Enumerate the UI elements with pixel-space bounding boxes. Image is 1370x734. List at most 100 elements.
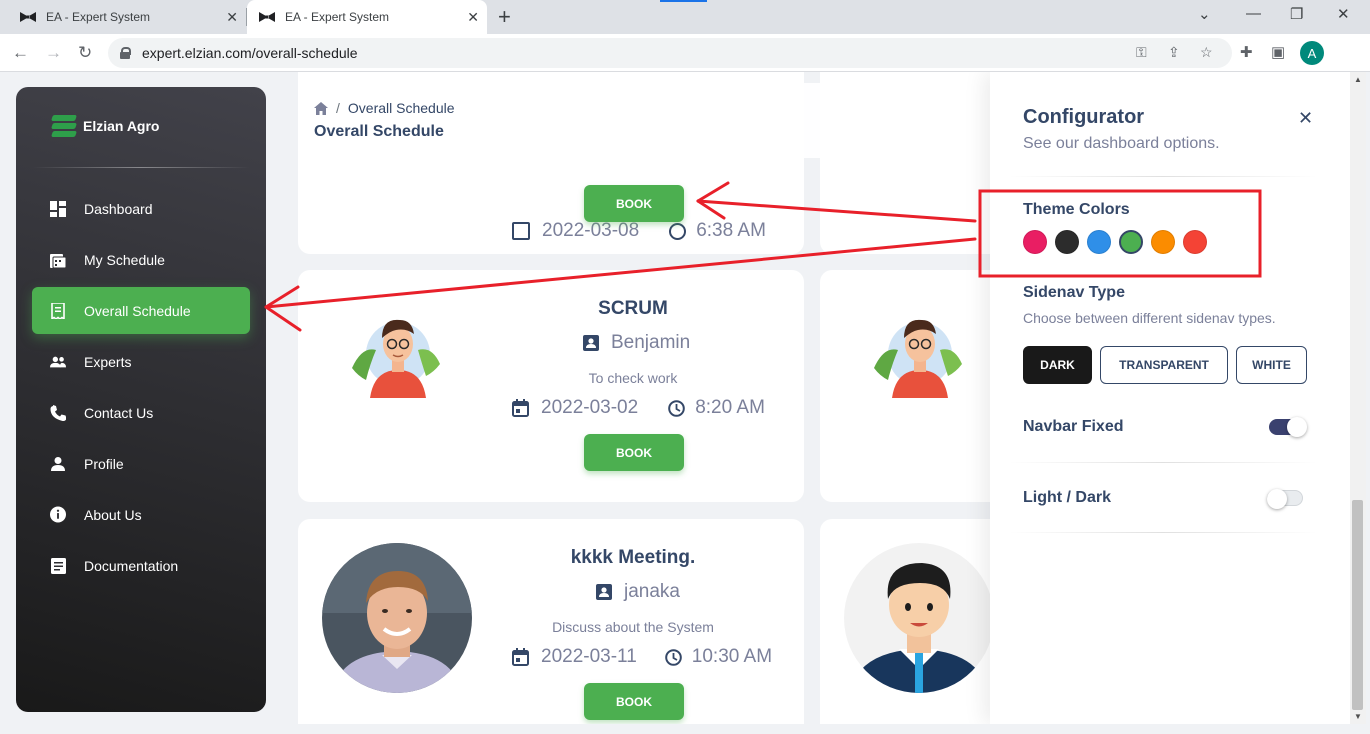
dashboard-icon — [50, 200, 66, 217]
minimize-icon[interactable]: — — [1246, 5, 1261, 22]
profile-avatar[interactable]: A — [1300, 41, 1324, 65]
theme-color-dark[interactable] — [1055, 230, 1079, 254]
sidenav: Elzian Agro Dashboard My Schedule Overal… — [16, 87, 266, 712]
close-tab-icon[interactable]: ✕ — [467, 9, 479, 26]
navbar-fixed-label: Navbar Fixed — [1023, 418, 1124, 435]
card-date: 2022-03-11 — [541, 646, 637, 667]
calendar-icon — [512, 399, 529, 417]
sidenav-dark-button[interactable]: DARK — [1023, 346, 1092, 384]
card-date: 2022-03-02 — [541, 397, 639, 418]
star-icon[interactable]: ☆ — [1200, 44, 1213, 61]
theme-color-pink[interactable] — [1023, 230, 1047, 254]
receipt-icon — [50, 302, 66, 319]
sidebar-item-experts[interactable]: Experts — [32, 338, 250, 385]
people-icon — [50, 354, 66, 370]
book-button[interactable]: BOOK — [584, 434, 684, 471]
schedule-card: kkkk Meeting. janaka Discuss about the S… — [298, 519, 804, 724]
page-title: Overall Schedule — [314, 123, 444, 140]
scroll-up-icon[interactable]: ▲ — [1354, 75, 1362, 84]
card-date: 2022-03-08 — [542, 220, 640, 241]
expert-avatar-illustration — [844, 543, 994, 693]
tab-search-icon[interactable]: ⌄ — [1198, 5, 1211, 23]
sidebar-item-overall-schedule[interactable]: Overall Schedule — [32, 287, 250, 334]
theme-color-orange[interactable] — [1151, 230, 1175, 254]
scroll-down-icon[interactable]: ▼ — [1354, 712, 1362, 721]
breadcrumb-current: Overall Schedule — [347, 100, 455, 116]
scrollbar-thumb[interactable] — [1352, 500, 1363, 710]
card-title: kkkk Meeting. — [570, 547, 696, 568]
new-tab-icon[interactable]: + — [498, 4, 511, 30]
tab-title: EA - Expert System — [285, 10, 390, 24]
light-dark-toggle[interactable] — [1267, 489, 1303, 509]
sidenav-white-button[interactable]: WHITE — [1236, 346, 1307, 384]
navbar-fixed-toggle[interactable] — [1269, 417, 1307, 437]
configurator-divider — [1008, 176, 1318, 177]
sidebar-item-label: Documentation — [84, 557, 179, 574]
sidebar-item-contact-us[interactable]: Contact Us — [32, 389, 250, 436]
book-button[interactable]: BOOK — [584, 185, 684, 222]
close-tab-icon[interactable]: ✕ — [226, 9, 238, 26]
home-icon[interactable] — [314, 101, 328, 115]
theme-color-blue[interactable] — [1087, 230, 1111, 254]
sidebar-item-my-schedule[interactable]: My Schedule — [32, 236, 250, 283]
brand[interactable]: Elzian Agro — [49, 113, 160, 139]
schedule-icon — [50, 252, 66, 268]
browser-toolbar: ← → ↻ expert.elzian.com/overall-schedule… — [0, 34, 1370, 72]
calendar-icon — [512, 648, 529, 666]
accent-line — [660, 0, 707, 2]
side-panel-icon[interactable]: ▣ — [1271, 43, 1285, 61]
forward-arrow-icon[interactable]: → — [45, 43, 62, 63]
light-dark-label: Light / Dark — [1023, 489, 1112, 506]
leaf-logo-icon — [49, 113, 77, 139]
configurator-title: Configurator — [1023, 106, 1145, 128]
clock-icon — [664, 648, 682, 666]
reload-icon[interactable]: ↻ — [78, 43, 92, 63]
person-icon — [50, 456, 66, 472]
sidebar-item-label: Experts — [84, 353, 132, 370]
card-expert: janaka — [624, 581, 680, 602]
clock-icon — [669, 222, 687, 240]
bowtie-favicon-icon — [259, 12, 275, 22]
sidebar-item-profile[interactable]: Profile — [32, 440, 250, 487]
browser-tab[interactable]: EA - Expert System ✕ — [0, 0, 246, 34]
info-icon — [50, 506, 66, 523]
close-icon[interactable]: ✕ — [1298, 108, 1313, 129]
card-description: To check work — [588, 370, 678, 386]
book-button[interactable]: BOOK — [584, 683, 684, 720]
browser-tab-active[interactable]: EA - Expert System ✕ — [247, 0, 487, 34]
card-date-time: 2022-03-08 6:38 AM — [512, 220, 766, 242]
back-arrow-icon[interactable]: ← — [12, 43, 29, 63]
sidebar-item-label: Contact Us — [84, 404, 154, 421]
expert-avatar-illustration — [874, 319, 962, 398]
sidenav-transparent-button[interactable]: TRANSPARENT — [1100, 346, 1228, 384]
page-scrollbar[interactable]: ▲ ▼ — [1350, 72, 1366, 724]
card-expert: Benjamin — [611, 332, 691, 353]
sidebar-item-about-us[interactable]: About Us — [32, 491, 250, 538]
extensions-puzzle-icon[interactable]: ✚ — [1240, 43, 1253, 61]
phone-icon — [50, 404, 66, 421]
schedule-card: SCRUM Benjamin To check work 2022-03-02 … — [298, 270, 804, 502]
window-close-icon[interactable]: ✕ — [1337, 5, 1350, 23]
breadcrumb: / Overall Schedule — [314, 100, 455, 116]
theme-color-green[interactable] — [1119, 230, 1143, 254]
key-icon[interactable]: ⚿ — [1136, 44, 1147, 61]
browser-tab-strip: EA - Expert System ✕ EA - Expert System … — [0, 0, 1370, 34]
lock-icon — [120, 47, 131, 59]
card-description: Discuss about the System — [552, 619, 714, 635]
tab-title: EA - Expert System — [46, 10, 151, 24]
card-date-time: 2022-03-02 8:20 AM — [512, 397, 765, 419]
sidebar-item-documentation[interactable]: Documentation — [32, 542, 250, 589]
calendar-icon — [512, 222, 530, 240]
theme-color-red[interactable] — [1183, 230, 1207, 254]
card-expert-row: janaka — [596, 581, 680, 603]
sidebar-item-label: Profile — [84, 455, 124, 472]
sidebar-item-label: Overall Schedule — [84, 302, 191, 319]
sidebar-item-dashboard[interactable]: Dashboard — [32, 185, 250, 232]
address-bar[interactable]: expert.elzian.com/overall-schedule — [108, 38, 1232, 68]
restore-icon[interactable]: ❐ — [1290, 5, 1303, 23]
sidenav-divider — [32, 167, 250, 168]
share-icon[interactable]: ⇪ — [1168, 44, 1180, 61]
document-icon — [50, 557, 66, 574]
contact-card-icon — [583, 335, 599, 351]
sidebar-item-label: Dashboard — [84, 200, 153, 217]
